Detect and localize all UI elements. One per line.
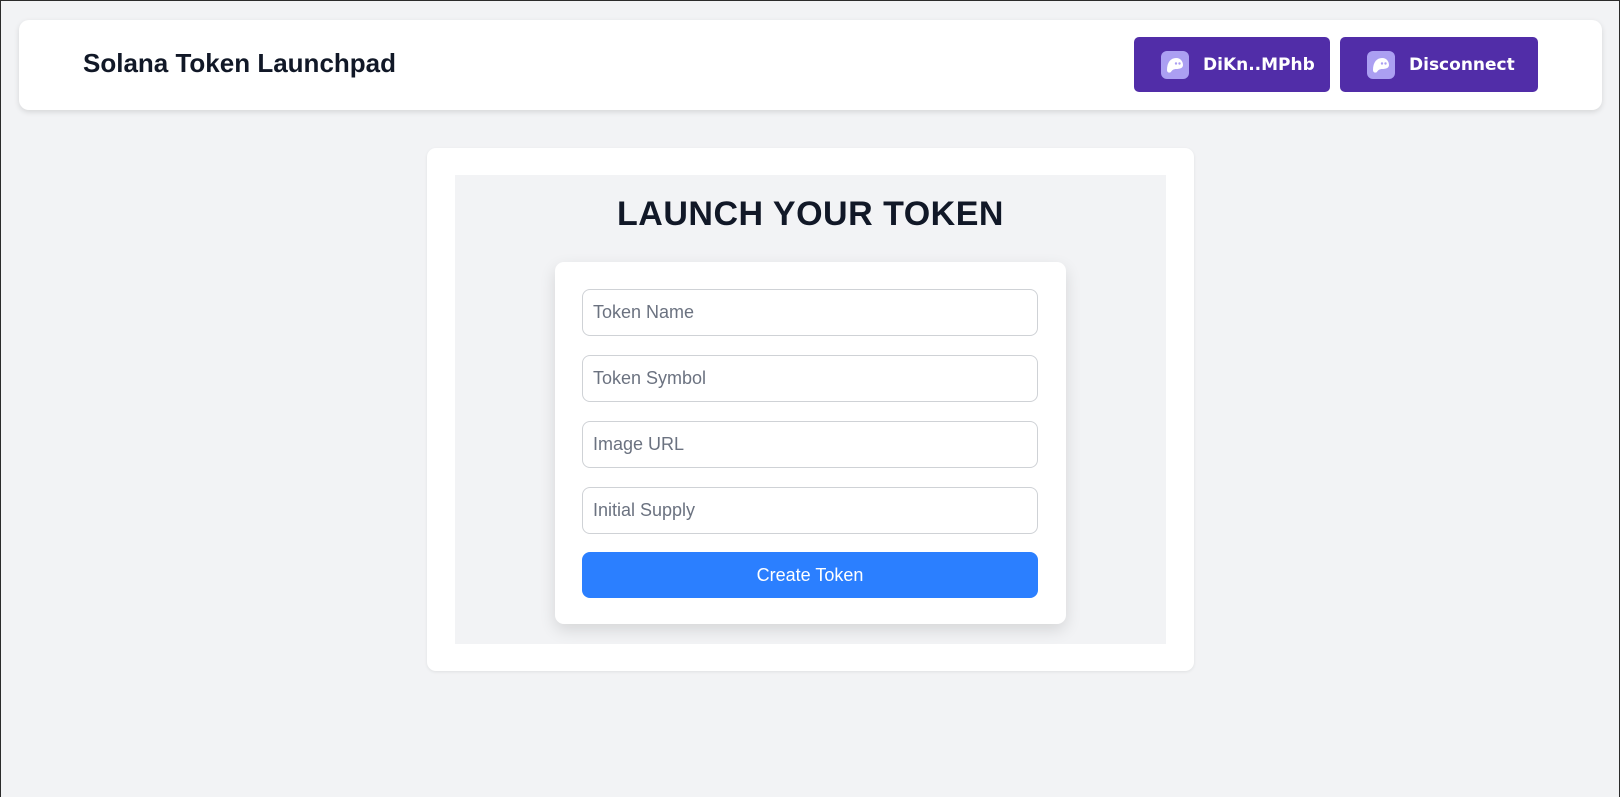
phantom-ghost-icon: [1367, 50, 1395, 79]
top-navbar: Solana Token Launchpad DiKn..MPhb Discon…: [19, 20, 1602, 110]
token-name-input[interactable]: [582, 289, 1038, 336]
launch-panel: LAUNCH YOUR TOKEN Create Token: [455, 175, 1166, 644]
app-title: Solana Token Launchpad: [83, 48, 397, 78]
token-form: Create Token: [555, 262, 1066, 624]
image-url-input[interactable]: [582, 421, 1038, 468]
disconnect-label: Disconnect: [1409, 54, 1515, 75]
wallet-address-button[interactable]: DiKn..MPhb: [1134, 37, 1330, 92]
phantom-ghost-icon: [1161, 50, 1189, 79]
token-symbol-input[interactable]: [582, 355, 1038, 402]
disconnect-button[interactable]: Disconnect: [1340, 37, 1538, 92]
launch-card: LAUNCH YOUR TOKEN Create Token: [427, 148, 1194, 671]
initial-supply-input[interactable]: [582, 487, 1038, 534]
launch-heading: LAUNCH YOUR TOKEN: [617, 195, 1004, 233]
wallet-address-label: DiKn..MPhb: [1203, 54, 1315, 75]
create-token-button[interactable]: Create Token: [582, 552, 1038, 598]
